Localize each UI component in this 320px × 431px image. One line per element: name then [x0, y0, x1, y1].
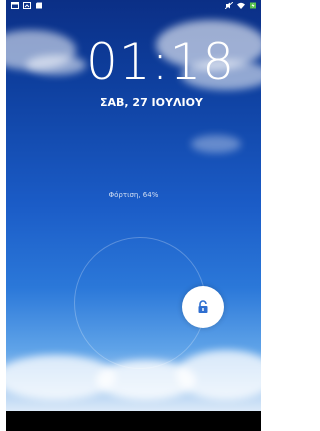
- status-bar: [6, 0, 261, 14]
- sd-card-icon: [36, 2, 42, 9]
- charging-status: Φόρτιση, 64%: [108, 191, 159, 199]
- calendar-icon: [11, 2, 19, 9]
- unlock-button[interactable]: [182, 286, 224, 328]
- battery-charging-icon: [250, 2, 256, 9]
- lock-screen: 01:18 ΣΑΒ, 27 ΙΟΥΛΙΟΥ Φόρτιση, 64%: [6, 0, 261, 411]
- lock-date: ΣΑΒ, 27 ΙΟΥΛΙΟΥ: [100, 96, 203, 109]
- unlock-icon: [198, 300, 208, 313]
- clock-time: 01:18: [86, 33, 236, 91]
- screenshot-icon: [23, 2, 31, 9]
- wifi-icon: [237, 2, 245, 9]
- bottom-bar: [6, 411, 261, 431]
- mute-icon: [225, 2, 233, 9]
